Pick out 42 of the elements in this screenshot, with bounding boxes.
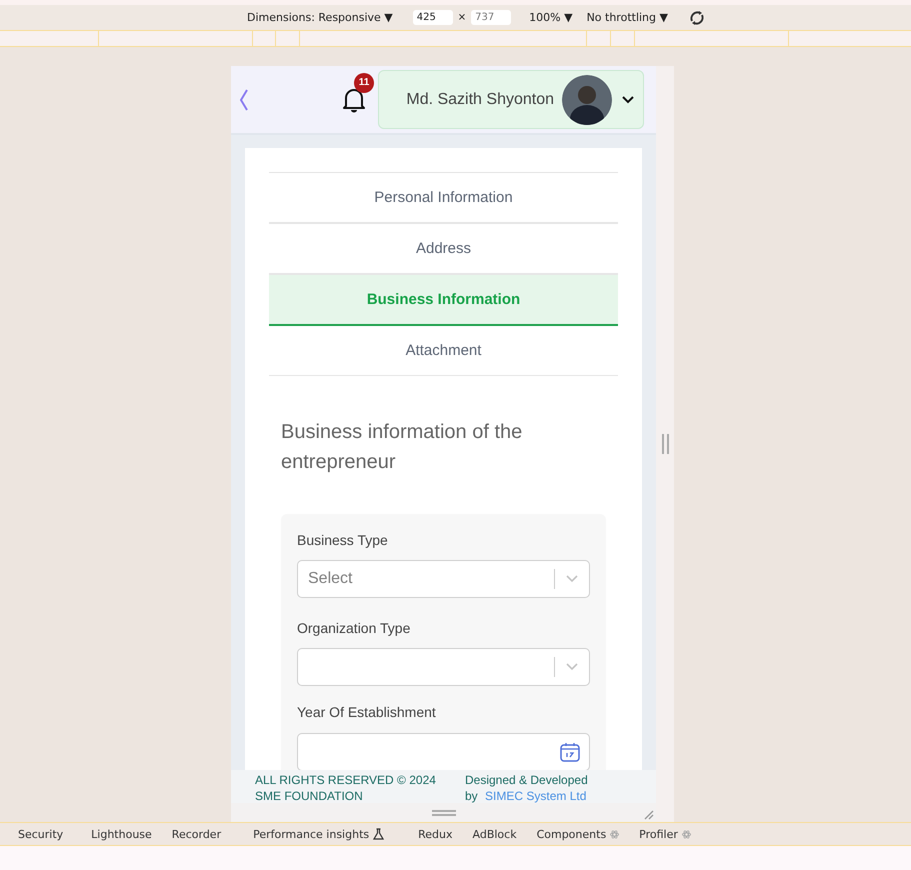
bell-icon[interactable]: [342, 86, 366, 112]
devtools-tab[interactable]: Recorder: [172, 828, 222, 840]
dimensions-dropdown[interactable]: Dimensions: Responsive ▼: [247, 11, 393, 24]
copyright-text: ALL RIGHTS RESERVED © 2024 SME FOUNDATION: [255, 772, 437, 803]
chevron-down-icon: [566, 575, 578, 583]
atom-icon: [610, 830, 620, 838]
section-title: Business information of the entrepreneur: [281, 420, 524, 475]
field-label: Organization Type: [297, 620, 412, 636]
devtools-tab[interactable]: Security: [18, 828, 64, 840]
form-tab[interactable]: Personal Information: [269, 173, 618, 224]
notification-badge: 11: [354, 72, 374, 92]
user-name: Md. Sazith Shyonton: [406, 90, 554, 108]
chevron-down-icon: [622, 96, 634, 104]
times-label: ×: [458, 12, 466, 23]
devtools-tab[interactable]: Components: [536, 828, 620, 840]
back-chevron-icon[interactable]: [240, 88, 248, 110]
credit-text: Designed & Developed by SIMEC System Ltd: [465, 772, 589, 803]
throttling-dropdown[interactable]: No throttling ▼: [586, 11, 668, 24]
devtools-tab[interactable]: Redux: [418, 828, 452, 840]
corner-resize-icon[interactable]: [642, 808, 654, 820]
devtools-tab[interactable]: Profiler: [639, 828, 691, 840]
resize-handle-icon[interactable]: [432, 810, 456, 816]
date-field[interactable]: [297, 733, 590, 770]
select-field[interactable]: [297, 648, 590, 686]
user-menu[interactable]: Md. Sazith Shyonton: [378, 70, 644, 129]
calendar-icon[interactable]: [560, 742, 580, 762]
devtools-tab[interactable]: Performance insights: [253, 828, 384, 840]
avatar-icon: [562, 74, 612, 124]
field-label: Year Of Establishment: [297, 704, 437, 720]
chevron-down-icon: [566, 663, 578, 671]
devtools-tab[interactable]: AdBlock: [472, 828, 517, 840]
flask-icon: [373, 828, 384, 840]
rotate-icon[interactable]: [688, 8, 706, 26]
devtools-tab[interactable]: Lighthouse: [91, 828, 152, 840]
height-field[interactable]: 737: [471, 10, 512, 25]
form-tab[interactable]: Attachment: [269, 326, 618, 376]
field-label: Business Type: [297, 532, 389, 548]
side-resize-handle-icon[interactable]: [662, 434, 668, 454]
width-field[interactable]: 425: [412, 10, 453, 25]
select-field[interactable]: Select: [297, 560, 590, 598]
zoom-dropdown[interactable]: 100% ▼: [529, 11, 573, 24]
atom-icon: [682, 830, 691, 838]
